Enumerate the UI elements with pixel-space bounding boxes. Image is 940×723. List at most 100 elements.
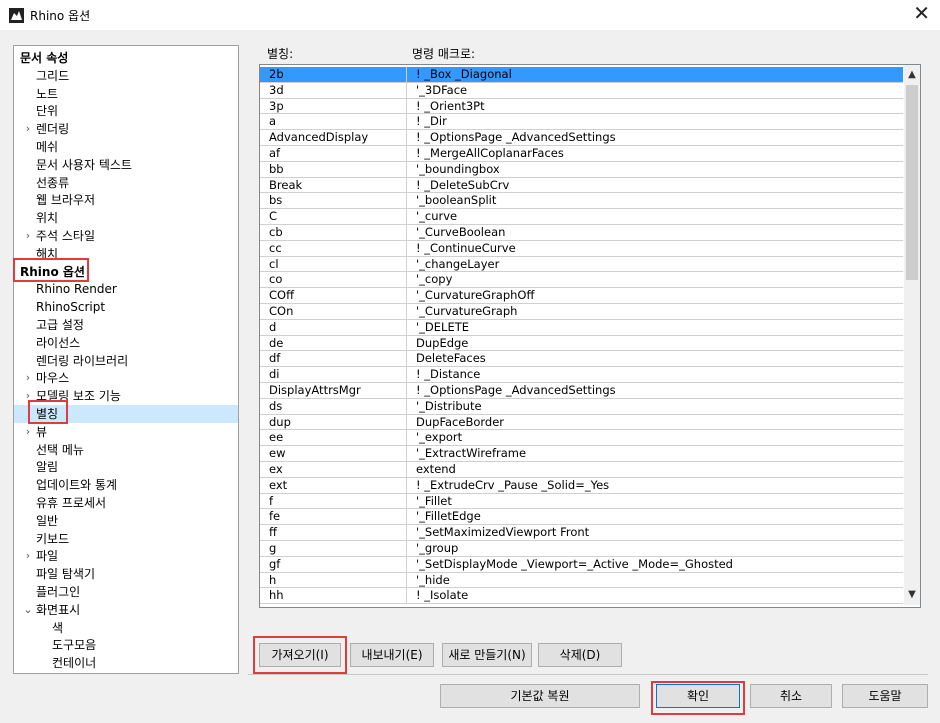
alias-cell[interactable]: f <box>260 493 407 510</box>
table-row[interactable]: cl '_changeLayer <box>260 256 903 273</box>
table-row[interactable]: bb '_boundingbox <box>260 161 903 178</box>
tree-item[interactable]: 문서 사용자 텍스트 <box>14 156 238 174</box>
tree-item[interactable]: 일반 <box>14 512 238 530</box>
alias-cell[interactable]: 3d <box>260 82 407 99</box>
macro-cell[interactable]: '_DELETE <box>407 320 903 336</box>
chevron-right-icon[interactable]: › <box>22 227 34 245</box>
new-button[interactable]: 새로 만들기(N) <box>442 643 532 667</box>
alias-table[interactable]: 2b! _Box _Diagonal 3d '_3DFace 3p! _Orient3… <box>259 64 921 608</box>
table-row[interactable]: df DeleteFaces <box>260 351 903 368</box>
tree-item[interactable]: 컨테이너 <box>14 654 238 672</box>
table-row[interactable]: Break! _DeleteSubCrv <box>260 177 903 194</box>
tree-item[interactable]: 그리드 <box>14 67 238 85</box>
tree-item[interactable]: 메쉬 <box>14 138 238 156</box>
chevron-right-icon[interactable]: › <box>22 423 34 441</box>
alias-cell[interactable]: dup <box>260 414 407 431</box>
table-row[interactable]: a! _Dir <box>260 114 903 131</box>
macro-cell[interactable]: ! _ContinueCurve <box>407 241 903 257</box>
tree-item[interactable]: 선택 메뉴 <box>14 441 238 459</box>
macro-cell[interactable]: '_FilletEdge <box>407 509 903 526</box>
chevron-down-icon[interactable]: ⌄ <box>22 601 34 619</box>
table-row[interactable]: ee '_export <box>260 430 903 447</box>
macro-cell[interactable]: DupEdge <box>407 336 903 352</box>
tree-item[interactable]: 렌더링 라이브러리 <box>14 352 238 370</box>
alias-cell[interactable]: COff <box>260 288 407 304</box>
tree-item[interactable]: Rhino Render <box>14 280 238 298</box>
tree-item[interactable]: › 마우스 <box>14 369 238 387</box>
tree-item[interactable]: 라이선스 <box>14 334 238 352</box>
table-row[interactable]: ff '_SetMaximizedViewport Front <box>260 525 903 541</box>
alias-cell[interactable]: a <box>260 114 407 131</box>
table-row[interactable]: f '_Fillet <box>260 493 903 510</box>
macro-cell[interactable]: ! _Orient3Pt <box>407 99 903 115</box>
table-scrollbar[interactable]: ▲ ▼ <box>904 65 920 605</box>
macro-cell[interactable]: ! _Isolate <box>407 588 903 605</box>
tree-item[interactable]: RhinoScript <box>14 298 238 316</box>
alias-cell[interactable]: af <box>260 146 407 162</box>
table-row[interactable]: d '_DELETE <box>260 319 903 336</box>
alias-cell[interactable]: AdvancedDisplay <box>260 130 407 146</box>
alias-cell[interactable]: 3p <box>260 98 407 115</box>
macro-cell[interactable]: '_Distribute <box>407 399 903 415</box>
table-row[interactable]: cc! _ContinueCurve <box>260 240 903 257</box>
macro-cell[interactable]: ! _MergeAllCoplanarFaces <box>407 146 903 162</box>
help-button[interactable]: 도움말 <box>842 684 928 708</box>
macro-cell[interactable]: DeleteFaces <box>407 351 903 368</box>
tree-item[interactable]: 업데이트와 통계 <box>14 476 238 494</box>
scroll-thumb[interactable] <box>906 85 918 280</box>
macro-cell[interactable]: '_CurvatureGraphOff <box>407 288 903 304</box>
macro-cell[interactable]: ! _Distance <box>407 367 903 383</box>
tree-item[interactable]: 단위 <box>14 102 238 120</box>
table-row[interactable]: C '_curve <box>260 209 903 225</box>
table-row[interactable]: 3p! _Orient3Pt <box>260 98 903 115</box>
macro-cell[interactable]: '_booleanSplit <box>407 193 903 210</box>
import-button[interactable]: 가져오기(I) <box>259 643 341 667</box>
ok-button[interactable]: 확인 <box>656 684 740 708</box>
chevron-right-icon[interactable]: › <box>22 547 34 565</box>
table-row[interactable]: COn '_CurvatureGraph <box>260 304 903 320</box>
tree-item[interactable]: 도구모음 <box>14 636 238 654</box>
table-row[interactable]: h '_hide <box>260 572 903 589</box>
table-row[interactable]: bs '_booleanSplit <box>260 193 903 210</box>
macro-cell[interactable]: '_hide <box>407 573 903 589</box>
alias-cell[interactable]: bs <box>260 193 407 210</box>
macro-cell[interactable]: ! _ExtrudeCrv _Pause _Solid=_Yes <box>407 478 903 494</box>
macro-cell[interactable]: '_group <box>407 541 903 557</box>
macro-cell[interactable]: '_changeLayer <box>407 257 903 273</box>
table-row[interactable]: gf '_SetDisplayMode _Viewport=_Active _Mo… <box>260 556 903 573</box>
table-row[interactable]: cb '_CurveBoolean <box>260 225 903 241</box>
tree-item[interactable]: 웹 브라우저 <box>14 191 238 209</box>
alias-cell[interactable]: di <box>260 367 407 383</box>
macro-cell[interactable]: ! _Dir <box>407 114 903 131</box>
tree-item[interactable]: 선종류 <box>14 174 238 192</box>
alias-cell[interactable]: Break <box>260 177 407 194</box>
alias-cell[interactable]: cb <box>260 225 407 241</box>
export-button[interactable]: 내보내기(E) <box>350 643 434 667</box>
table-row[interactable]: ex extend <box>260 462 903 478</box>
table-row[interactable]: hh! _Isolate <box>260 588 903 605</box>
tree-item[interactable]: › 뷰 <box>14 423 238 441</box>
macro-cell[interactable]: '_ExtractWireframe <box>407 446 903 462</box>
scroll-up-icon[interactable]: ▲ <box>904 67 920 83</box>
table-row[interactable]: DisplayAttrsMgr! _OptionsPage _AdvancedS… <box>260 383 903 399</box>
macro-cell[interactable]: '_export <box>407 430 903 447</box>
macro-cell[interactable]: '_curve <box>407 209 903 225</box>
tree-item[interactable]: 파일 탐색기 <box>14 565 238 583</box>
tree-item[interactable]: › 주석 스타일 <box>14 227 238 245</box>
alias-cell[interactable]: fe <box>260 509 407 526</box>
table-row[interactable]: di! _Distance <box>260 367 903 383</box>
tree-item[interactable]: 노트 <box>14 85 238 103</box>
macro-cell[interactable]: ! _Box _Diagonal <box>407 67 903 83</box>
alias-cell[interactable]: bb <box>260 161 407 178</box>
macro-cell[interactable]: '_CurveBoolean <box>407 225 903 241</box>
table-row[interactable]: COff '_CurvatureGraphOff <box>260 288 903 304</box>
delete-button[interactable]: 삭제(D) <box>538 643 622 667</box>
alias-cell[interactable]: ff <box>260 525 407 541</box>
macro-cell[interactable]: extend <box>407 462 903 478</box>
table-row[interactable]: AdvancedDisplay! _OptionsPage _AdvancedS… <box>260 130 903 146</box>
alias-cell[interactable]: co <box>260 272 407 289</box>
close-icon[interactable]: ✕ <box>913 3 930 23</box>
table-row[interactable]: co '_copy <box>260 272 903 289</box>
table-row[interactable]: 3d '_3DFace <box>260 82 903 99</box>
table-row[interactable]: ds '_Distribute <box>260 398 903 415</box>
